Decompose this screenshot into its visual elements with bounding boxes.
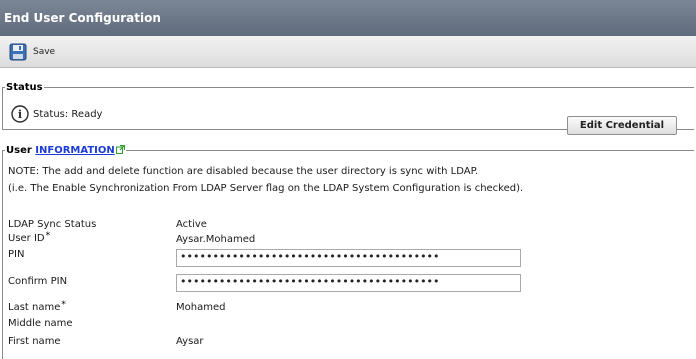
user-legend: User INFORMATION: [5, 145, 126, 156]
middle-name-label: Middle name: [8, 318, 73, 329]
confirm-pin-label: Confirm PIN: [8, 276, 68, 287]
svg-text:i: i: [18, 108, 22, 121]
ldap-note-line-1: NOTE: The add and delete function are di…: [8, 166, 479, 177]
save-button[interactable]: Save: [9, 43, 55, 61]
ldap-sync-status-label: LDAP Sync Status: [8, 219, 97, 230]
last-name-label: Last name*: [8, 300, 66, 313]
user-id-value: Aysar.Mohamed: [176, 234, 256, 245]
ldap-sync-status-value: Active: [176, 219, 207, 230]
confirm-pin-field[interactable]: ••••••••••••••••••••••••••••••••••••••••: [176, 274, 521, 292]
required-marker: *: [45, 231, 51, 241]
external-link-icon[interactable]: [115, 145, 125, 154]
first-name-label: First name: [8, 336, 61, 347]
first-name-value: Aysar: [176, 336, 204, 347]
save-label: Save: [33, 47, 56, 57]
user-legend-prefix: User: [6, 145, 32, 156]
user-id-label: User ID*: [8, 231, 51, 244]
last-name-value: Mohamed: [176, 302, 226, 313]
floppy-disk-icon: [9, 43, 27, 61]
status-text: Status: Ready: [33, 108, 103, 120]
toolbar: Save: [0, 36, 696, 68]
page-title: End User Configuration: [0, 0, 696, 36]
user-information-section: User INFORMATION NOTE: The add and delet…: [2, 145, 694, 359]
status-legend: Status: [6, 82, 43, 93]
edit-credential-button[interactable]: Edit Credential: [567, 116, 677, 135]
info-icon: i: [11, 105, 29, 123]
information-link[interactable]: INFORMATION: [35, 145, 114, 156]
ldap-note-line-2: (i.e. The Enable Synchronization From LD…: [8, 183, 524, 194]
pin-field[interactable]: ••••••••••••••••••••••••••••••••••••••••: [176, 249, 521, 267]
pin-label: PIN: [8, 249, 25, 260]
required-marker: *: [61, 300, 66, 310]
